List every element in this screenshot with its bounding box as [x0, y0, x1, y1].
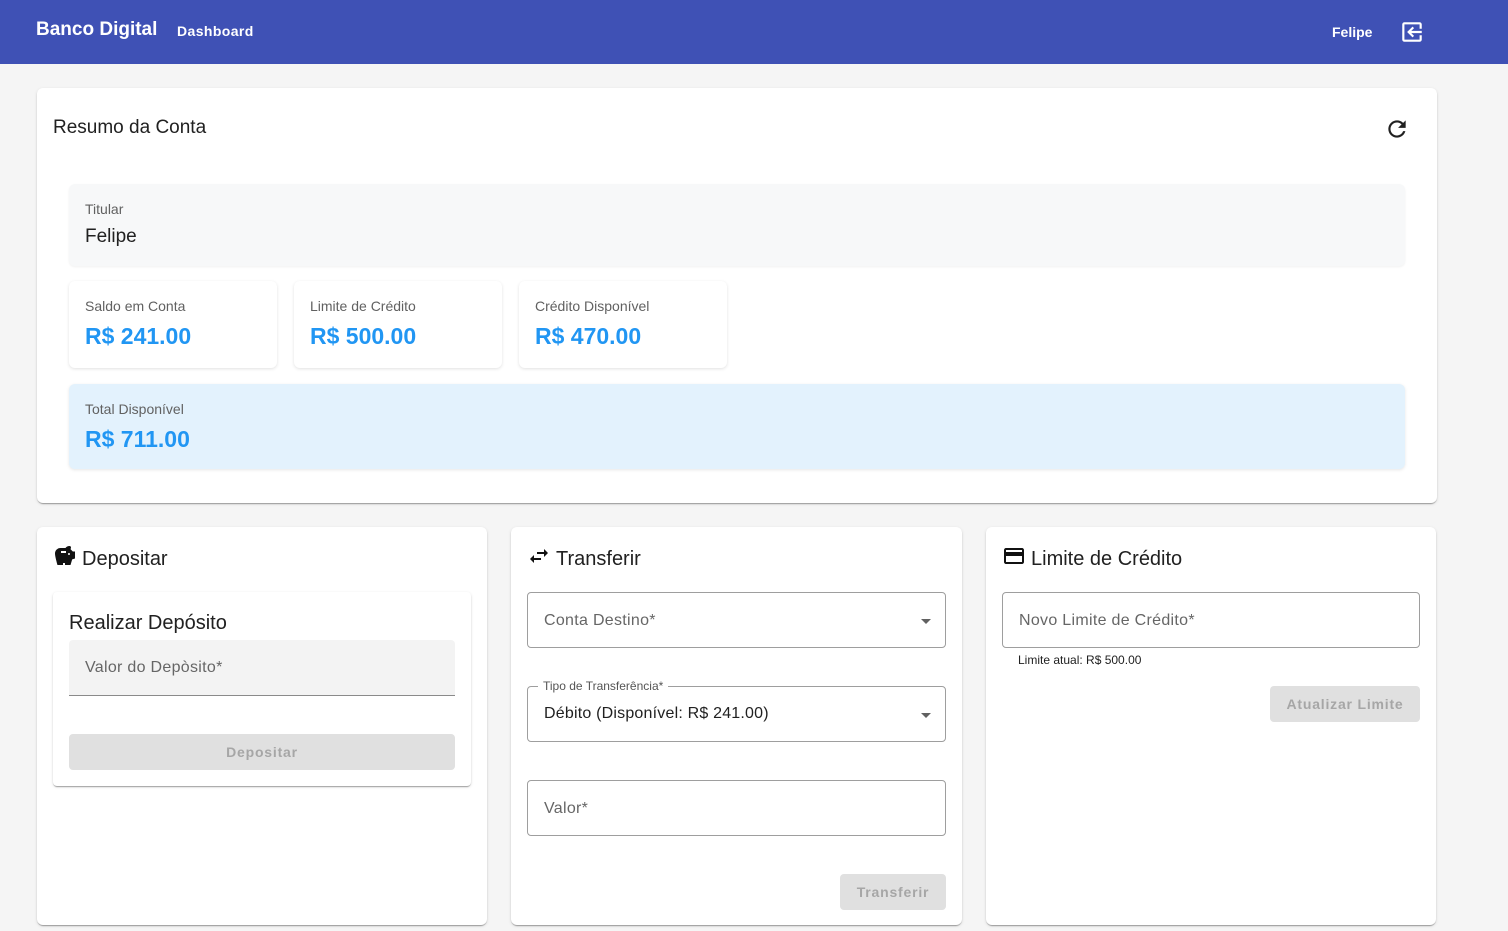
credit-limit-title: Limite de Crédito	[1031, 548, 1183, 570]
deposit-title: Depositar	[82, 548, 168, 570]
transfer-type-label: Tipo de Transferência*	[538, 679, 669, 693]
transfer-type-value: Débito (Disponível: R$ 241.00)	[544, 705, 769, 722]
app-bar: Banco Digital Dashboard Felipe	[0, 0, 1508, 64]
stat-label: Crédito Disponível	[535, 298, 650, 314]
credit-limit-stat: Limite de Crédito R$ 500.00	[294, 281, 502, 368]
deposit-amount-placeholder: Valor do Depòsito*	[85, 659, 223, 676]
deposit-button[interactable]: Depositar	[69, 734, 455, 770]
holder-box: Titular Felipe	[69, 184, 1405, 266]
deposit-panel: Depositar Realizar Depósito Valor do Dep…	[37, 527, 487, 925]
transfer-panel: Transferir Conta Destino* Tipo de Transf…	[511, 527, 962, 925]
chevron-down-icon	[921, 619, 931, 624]
deposit-amount-input[interactable]: Valor do Depòsito*	[69, 640, 455, 696]
destination-account-select[interactable]: Conta Destino*	[527, 592, 946, 648]
stat-value: R$ 241.00	[85, 323, 192, 349]
new-limit-placeholder: Novo Limite de Crédito*	[1019, 612, 1195, 629]
transfer-title: Transferir	[556, 548, 641, 570]
refresh-icon	[1388, 120, 1406, 138]
transfer-type-select[interactable]: Tipo de Transferência* Débito (Disponíve…	[527, 679, 946, 742]
nav-dashboard-link[interactable]: Dashboard	[177, 23, 254, 39]
summary-title: Resumo da Conta	[53, 117, 207, 138]
credit-card-icon	[1002, 544, 1026, 568]
stat-value: R$ 500.00	[310, 323, 417, 349]
stat-label: Saldo em Conta	[85, 298, 186, 314]
logout-button[interactable]	[1399, 19, 1425, 45]
destination-account-placeholder: Conta Destino*	[544, 612, 656, 629]
app-brand[interactable]: Banco Digital	[36, 19, 157, 41]
refresh-button[interactable]	[1384, 116, 1410, 142]
transfer-button[interactable]: Transferir	[840, 874, 946, 910]
transfer-amount-placeholder: Valor*	[544, 800, 589, 817]
piggy-bank-icon	[53, 544, 77, 568]
credit-limit-panel: Limite de Crédito Novo Limite de Crédito…	[986, 527, 1436, 925]
total-label: Total Disponível	[85, 401, 184, 417]
total-available-box: Total Disponível R$ 711.00	[69, 384, 1405, 469]
chevron-down-icon	[921, 713, 931, 718]
stat-value: R$ 470.00	[535, 323, 642, 349]
update-limit-button[interactable]: Atualizar Limite	[1270, 686, 1420, 722]
transfer-amount-input[interactable]: Valor*	[527, 780, 946, 836]
available-credit-stat: Crédito Disponível R$ 470.00	[519, 281, 727, 368]
balance-stat: Saldo em Conta R$ 241.00	[69, 281, 277, 368]
new-limit-input[interactable]: Novo Limite de Crédito*	[1002, 592, 1420, 648]
account-summary-card: Resumo da Conta Titular Felipe Saldo em …	[37, 88, 1437, 503]
total-value: R$ 711.00	[85, 426, 190, 452]
stat-label: Limite de Crédito	[310, 298, 416, 314]
holder-label: Titular	[85, 201, 124, 217]
deposit-form-title: Realizar Depósito	[69, 612, 227, 634]
user-name: Felipe	[1332, 24, 1373, 40]
swap-horiz-icon	[527, 544, 551, 568]
deposit-form-card: Realizar Depósito Valor do Depòsito* Dep…	[53, 592, 471, 786]
holder-value: Felipe	[85, 226, 137, 247]
logout-icon	[1402, 22, 1422, 42]
current-limit-helper: Limite atual: R$ 500.00	[1018, 653, 1142, 667]
